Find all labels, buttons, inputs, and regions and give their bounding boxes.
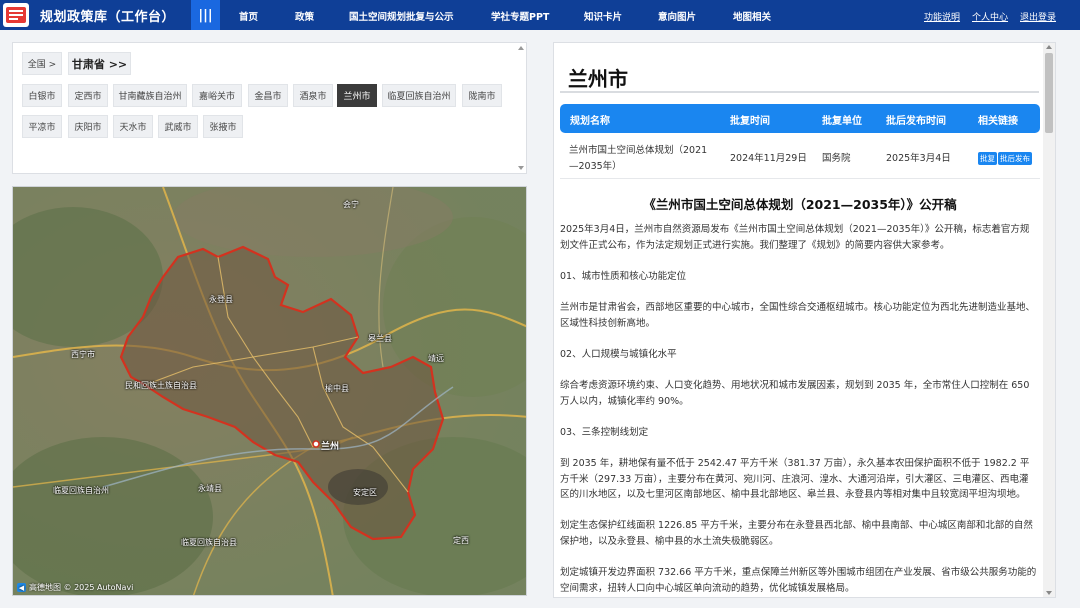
nav-knowledge-cards[interactable]: 知识卡片 <box>584 9 622 23</box>
detail-scrollbar[interactable] <box>1043 43 1055 597</box>
article-paragraph: 到 2035 年，耕地保有量不低于 2542.47 平方千米（381.37 万亩… <box>560 458 1030 500</box>
map-label: 靖远 <box>428 354 444 363</box>
approve-unit: 国务院 <box>822 153 851 164</box>
nav-planning-approval[interactable]: 国土空间规划批复与公示 <box>349 9 454 23</box>
approval-link-button[interactable]: 批复 <box>978 152 997 165</box>
city-button[interactable]: 武威市 <box>158 115 198 138</box>
city-button[interactable]: 金昌市 <box>248 84 288 107</box>
article-title: 《兰州市国土空间总体规划（2021—2035年）》公开稿 <box>643 197 957 212</box>
filter-scrollbar[interactable] <box>517 44 525 172</box>
nav-ppt[interactable]: 学社专题PPT <box>491 9 549 23</box>
profile-link[interactable]: 个人中心 <box>972 10 1008 23</box>
map-label: 永登县 <box>209 295 233 304</box>
scroll-down-icon[interactable] <box>1046 591 1052 595</box>
city-button[interactable]: 嘉峪关市 <box>192 84 242 107</box>
app-logo-icon[interactable] <box>3 3 29 27</box>
app-title[interactable]: 规划政策库（工作台） <box>40 6 175 25</box>
city-map[interactable]: 永登县 皋兰县 榆中县 兰州 西宁市 民和回族土族自治县 临夏回族自治州 临夏回… <box>12 186 527 596</box>
city-button[interactable]: 酒泉市 <box>293 84 333 107</box>
map-label: 安定区 <box>353 488 377 497</box>
map-label: 皋兰县 <box>368 334 392 343</box>
country-breadcrumb[interactable]: 全国 > <box>22 52 62 75</box>
nav-intent-images[interactable]: 意向图片 <box>658 9 696 23</box>
nav-home[interactable]: 首页 <box>239 9 258 23</box>
plan-name-cont[interactable]: —2035年） <box>569 158 622 172</box>
map-label: 永靖县 <box>198 484 222 493</box>
help-link[interactable]: 功能说明 <box>924 10 960 23</box>
map-label: 榆中县 <box>325 384 349 393</box>
province-breadcrumb[interactable]: 甘肃省 >> <box>68 52 131 75</box>
city-button[interactable]: 张掖市 <box>203 115 243 138</box>
city-button[interactable]: 临夏回族自治州 <box>382 84 456 107</box>
map-label: 临夏回族自治县 <box>181 538 237 547</box>
section-heading: 01、城市性质和核心功能定位 <box>560 271 687 282</box>
map-label: 西宁市 <box>71 350 95 359</box>
navigation-icon: ◀ <box>17 583 26 592</box>
nav-policy[interactable]: 政策 <box>295 9 314 23</box>
logout-link[interactable]: 退出登录 <box>1020 10 1056 23</box>
top-nav-bar: 规划政策库（工作台） ||| 首页 政策 国土空间规划批复与公示 学社专题PPT… <box>0 0 1080 30</box>
nav-maps[interactable]: 地图相关 <box>733 9 771 23</box>
col-approve-unit: 批复单位 <box>822 116 862 127</box>
scroll-thumb[interactable] <box>1045 53 1053 133</box>
publish-date: 2025年3月4日 <box>886 153 951 164</box>
plan-name[interactable]: 兰州市国土空间总体规划（2021 <box>569 142 707 156</box>
map-label-city: 兰州 <box>321 442 340 452</box>
scroll-up-icon[interactable] <box>1046 45 1052 49</box>
city-button[interactable]: 甘南藏族自治州 <box>113 84 187 107</box>
city-button[interactable]: 陇南市 <box>462 84 502 107</box>
city-button[interactable]: 白银市 <box>22 84 62 107</box>
col-publish-date: 批后发布时间 <box>886 116 946 127</box>
section-heading: 03、三条控制线划定 <box>560 427 649 438</box>
city-title: 兰州市 <box>568 67 628 91</box>
scroll-up-icon[interactable] <box>518 46 524 50</box>
map-label: 会宁 <box>343 200 359 209</box>
article-paragraph: 2025年3月4日，兰州市自然资源局发布《兰州市国土空间总体规划（2021—20… <box>560 224 1030 251</box>
publication-link-button[interactable]: 批后发布 <box>998 152 1032 165</box>
map-attribution: ◀ 高德地图 © 2025 AutoNavi <box>17 583 134 592</box>
section-heading: 02、人口规模与城镇化水平 <box>560 349 677 360</box>
city-button[interactable]: 庆阳市 <box>68 115 108 138</box>
col-plan-name: 规划名称 <box>570 116 610 127</box>
table-row[interactable]: 兰州市国土空间总体规划（2021 —2035年） 2024年11月29日 国务院… <box>560 135 1040 179</box>
map-label: 民和回族土族自治县 <box>125 381 197 390</box>
scroll-down-icon[interactable] <box>518 166 524 170</box>
article-paragraph: 划定生态保护红线面积 1226.85 平方千米，主要分布在永登县西北部、榆中县南… <box>560 520 1033 547</box>
article-paragraph: 划定城镇开发边界面积 732.66 平方千米，重点保障兰州新区等外围城市组团在产… <box>560 567 1037 594</box>
city-button-selected[interactable]: 兰州市 <box>337 84 377 107</box>
approve-date: 2024年11月29日 <box>730 153 807 164</box>
article-paragraph: 综合考虑资源环境约束、人口变化趋势、用地状况和城市发展因素，规划到 2035 年… <box>560 380 1030 407</box>
plan-detail-panel: 兰州市 规划名称 批复时间 批复单位 批后发布时间 相关链接 兰州市国土空间总体… <box>553 42 1056 598</box>
col-links: 相关链接 <box>978 116 1018 127</box>
city-button[interactable]: 天水市 <box>113 115 153 138</box>
city-button[interactable]: 平凉市 <box>22 115 62 138</box>
plans-table-header: 规划名称 批复时间 批复单位 批后发布时间 相关链接 <box>560 104 1040 133</box>
map-label: 临夏回族自治州 <box>53 486 109 495</box>
col-approve-date: 批复时间 <box>730 116 770 127</box>
article-paragraph: 兰州市是甘肃省会，西部地区重要的中心城市，全国性综合交通枢纽城市。核心功能定位为… <box>560 302 1036 329</box>
title-divider <box>560 91 1039 93</box>
region-filter-panel: 全国 > 甘肃省 >> 白银市 定西市 甘南藏族自治州 嘉峪关市 金昌市 酒泉市… <box>12 42 527 174</box>
city-button[interactable]: 定西市 <box>68 84 108 107</box>
menu-toggle-button[interactable]: ||| <box>191 0 221 30</box>
map-label: 定西 <box>453 536 469 545</box>
